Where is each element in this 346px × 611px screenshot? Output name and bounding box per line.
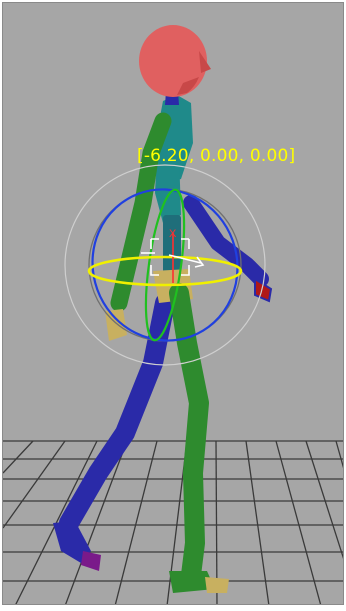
left-toe[interactable] bbox=[205, 577, 229, 593]
right-arm[interactable] bbox=[183, 195, 273, 303]
right-leg[interactable] bbox=[53, 293, 175, 571]
right-toe[interactable] bbox=[81, 551, 101, 571]
coordinate-readout: [-6.20, 0.00, 0.00] bbox=[137, 146, 296, 166]
viewport-3d[interactable]: X [-6.20, 0.00, 0.00] bbox=[2, 2, 344, 605]
scene-canvas[interactable]: X bbox=[3, 3, 344, 605]
x-axis-label: X bbox=[169, 228, 177, 240]
left-leg[interactable] bbox=[169, 283, 229, 593]
head[interactable] bbox=[139, 25, 211, 97]
